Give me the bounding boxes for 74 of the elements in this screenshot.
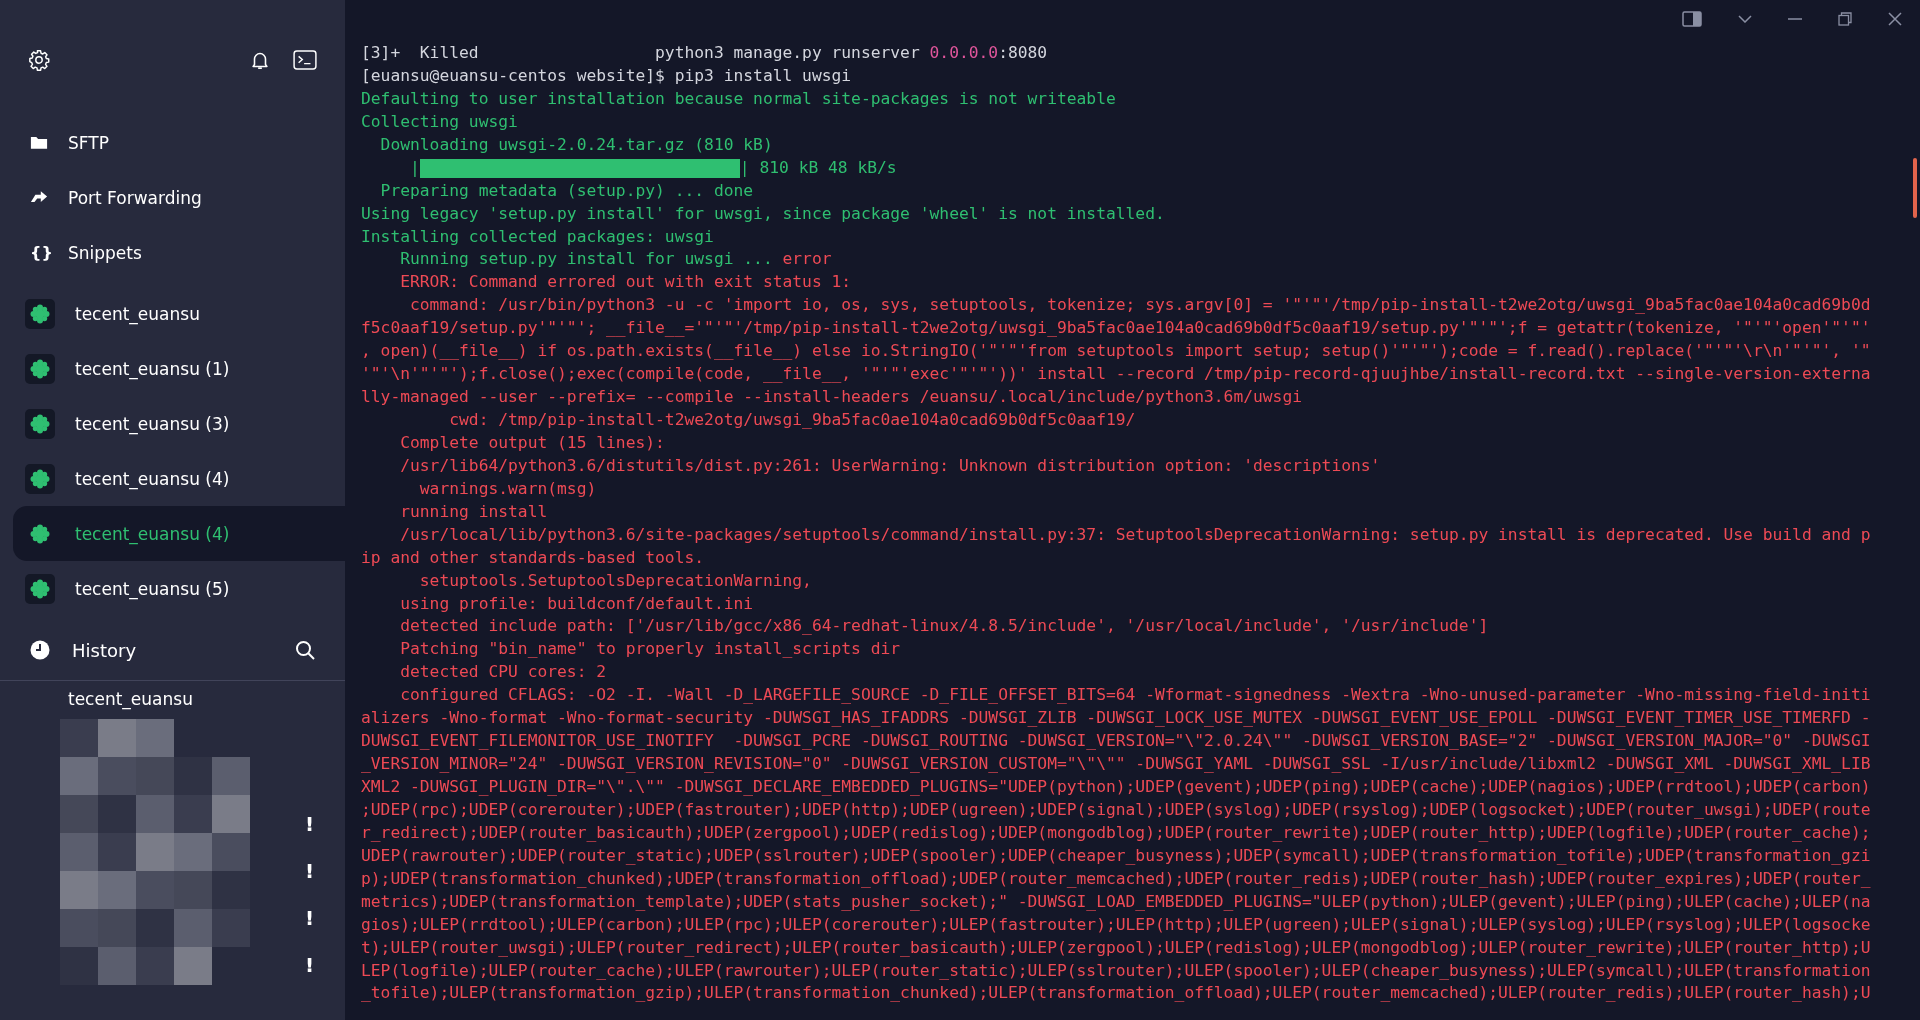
host-item[interactable]: tecent_euansu (4) (13, 506, 345, 561)
terminal-line: /usr/lib64/python3.6/distutils/dist.py:261: UserWarning: Unknown distribution option: 'descriptions' (399, 454, 1382, 477)
terminal-line: /usr/local/lib/python3.6/site-packages/setuptools/command/install.py:37: SetuptoolsDeprecationWarning: setup.py install is deprecated. Use build and p (399, 523, 1872, 546)
host-item[interactable]: tecent_euansu (4) (0, 451, 345, 506)
terminal-line: [euansu@euansu-centos website]$ pip3 install uwsgi (361, 64, 853, 87)
chevron-icon[interactable] (1738, 15, 1752, 23)
folder-icon (30, 135, 48, 150)
host-icon (25, 353, 55, 384)
terminal-line: t);ULEP(router_uwsgi);ULEP(router_redirect);ULEP(router_basicauth);ULEP(zergpool);ULEP(redislog);ULEP(mongodblog);ULEP(router_rewrite);ULEP(router_http);U (361, 936, 1872, 959)
terminal-line: _tofile);ULEP(transformation_gzip);ULEP(transformation_chunked);ULEP(transformation_offload);ULEP(router_memcached);ULEP(router_redis);ULEP(router_hash);U (361, 982, 1872, 1005)
history-heading: History (72, 639, 137, 661)
host-icon (25, 573, 55, 604)
terminal-line: using profile: buildconf/default.ini (399, 592, 755, 615)
terminal-line: lly-managed --user --prefix= --compile --install-headers /euansu/.local/include/python3.6m/uwsgi (361, 386, 1303, 409)
search-icon[interactable] (295, 640, 315, 660)
terminal-line: LEP(logfile);ULEP(router_cache);ULEP(rawrouter);ULEP(router_static);ULEP(sslrouter);ULEP(spooler);ULEP(cheaper_busyness);ULEP(symcall);ULEP(transformation (361, 959, 1872, 982)
scrollbar-thumb[interactable] (1913, 158, 1917, 218)
terminal-line: warnings.warn(msg) (418, 477, 598, 500)
terminal-line: UDEP(rawrouter);UDEP(router_static);UDEP(sslrouter);UDEP(spooler);UDEP(cheaper_busyness);UDEP(symcall);UDEP(transformation_tofile);UDEP(transformation_gzi (361, 844, 1872, 867)
sidebar-item[interactable]: {} Snippets (0, 225, 345, 280)
terminal-line: Running setup.py install for uwsgi ... error (399, 248, 833, 271)
terminal-text: | 810 kB 48 kB/s (739, 156, 897, 179)
terminal-line: Collecting uwsgi (361, 110, 519, 133)
terminal-line: p);UDEP(transformation_chunked);UDEP(transformation_offload);UDEP(router_memcached);UDEP(router_redis);UDEP(router_hash);UDEP(router_expires);UDEP(router_ (361, 867, 1872, 890)
terminal-line: Downloading uwsgi-2.0.24.tar.gz (810 kB) (379, 133, 774, 156)
close-icon[interactable] (1888, 12, 1902, 26)
terminal-line: setuptools.SetuptoolsDeprecationWarning, (418, 569, 813, 592)
terminal-line: [3]+ Killed python3 manage.py runserver 0.0.0.0:8080 (361, 42, 1049, 64)
terminal-line: XML2 -DUWSGI_PLUGIN_DIR="\".\"" -DUWSGI_DECLARE_EMBEDDED_PLUGINS="UDEP(python);UDEP(gevent);UDEP(ping);UDEP(cache);UDEP(nagios);UDEP(rrdtool);UDEP(carbon) (361, 776, 1872, 798)
terminal-line: ERROR: Command errored out with exit status 1: (399, 271, 853, 294)
host-item[interactable]: tecent_euansu (5) (0, 561, 345, 616)
terminal-line: metrics);UDEP(transformation_template);UDEP(stats_pusher_socket);" -DUWSGI_LOAD_EMBEDDED_PLUGINS="ULEP(python);ULEP(gevent);ULEP(ping);ULEP(cache);ULEP(na (361, 890, 1872, 913)
host-item[interactable]: tecent_euansu (1) (0, 341, 345, 396)
settings-icon[interactable] (28, 49, 50, 71)
terminal-line: Defaulting to user installation because normal site-packages is not writeable (361, 87, 1117, 110)
host-icon (25, 463, 55, 494)
alert-mark: ! (305, 905, 315, 931)
terminal-line: f5c0aaf19/setup.py'"'"'; __file__='"'"'/tmp/pip-install-t2we2otg/uwsgi_9ba5fac0ae104a0cad69b0df5c0aaf19/setup.py'"'"';f = getattr(tokenize, '"'"'open'"'"' (361, 317, 1872, 340)
terminal-line: _VERSION_MINOR="24" -DUWSGI_VERSION_REVISION="0" -DUWSGI_VERSION_CUSTOM="\"\"" -DUWSGI_YAML -DUWSGI_SSL -I/usr/include/libxml2 -DUWSGI_XML -DUWSGI_XML_LIB (361, 753, 1872, 776)
terminal-line: command: /usr/bin/python3 -u -c 'import io, os, sys, setuptools, tokenize; sys.argv[0] = '"'"'/tmp/pip-install-t2we2otg/uwsgi_9ba5fac0ae104a0cad69b0d (409, 294, 1872, 317)
alert-mark: ! (305, 858, 315, 884)
terminal-icon[interactable] (293, 50, 317, 70)
terminal-line: configured CFLAGS: -O2 -I. -Wall -D_LARGEFILE_SOURCE -D_FILE_OFFSET_BITS=64 -Wformat-signedness -Wextra -Wno-unused-parameter -Wno-missing-field-initi (399, 684, 1872, 707)
terminal-line: cwd: /tmp/pip-install-t2we2otg/uwsgi_9ba5fac0ae104a0cad69b0df5c0aaf19/ (448, 409, 1137, 431)
terminal-line: detected include path: ['/usr/lib/gcc/x86_64-redhat-linux/4.8.5/include', '/usr/local/include', '/usr/include'] (399, 615, 1490, 638)
panel-icon[interactable] (1682, 11, 1702, 27)
terminal-line: Complete output (15 lines): (399, 431, 666, 454)
arrow-icon (30, 190, 48, 205)
terminal-text: | (409, 156, 420, 179)
terminal-line: Installing collected packages: uwsgi (361, 225, 715, 248)
host-item[interactable]: tecent_euansu (0, 286, 345, 341)
terminal-line: , open)(__file__) if os.path.exists(__file__) else io.StringIO('"'"'from setuptools import setup; setup()'"'"');code = f.read().replace('"'"'\r\n'"'"', '" (361, 340, 1872, 363)
terminal-line: detected CPU cores: 2 (399, 661, 608, 684)
terminal-line: '"'\n'"'"');f.close();exec(compile(code, __file__, '"'"'exec'"'"'))' install --record /tmp/pip-record-qjuujhbe/install-record.txt --single-version-externa (361, 363, 1872, 386)
restore-icon[interactable] (1838, 12, 1852, 26)
terminal-line: gios);ULEP(rrdtool);ULEP(carbon);ULEP(rpc);ULEP(corerouter);ULEP(fastrouter);ULEP(http);ULEP(ugreen);ULEP(signal);ULEP(syslog);ULEP(rsyslog);ULEP(logsocke (361, 913, 1872, 936)
terminal-line: Preparing metadata (setup.py) ... done (379, 179, 755, 202)
terminal-line: alizers -Wno-format -Wno-format-security -DUWSGI_HAS_IFADDRS -DUWSGI_ZLIB -DUWSGI_LOCK_USE_MUTEX -DUWSGI_EVENT_USE_EPOLL -DUWSGI_EVENT_TIMER_USE_TIMERFD - (361, 707, 1872, 730)
sidebar-item[interactable]: SFTP (0, 115, 345, 170)
terminal-line: ;UDEP(rpc);UDEP(corerouter);UDEP(fastrouter);UDEP(http);UDEP(ugreen);UDEP(signal);UDEP(syslog);UDEP(rsyslog);UDEP(logsocket);UDEP(router_uwsgi);UDEP(route (361, 798, 1872, 821)
sidebar-item[interactable]: Port Forwarding (0, 170, 345, 225)
host-icon (25, 408, 55, 439)
alert-mark: ! (305, 811, 315, 837)
history-item[interactable]: tecent_euansu (68, 689, 250, 715)
terminal-line: r_redirect);UDEP(router_basicauth);UDEP(zergpool);UDEP(redislog);UDEP(mongodblog);UDEP(router_rewrite);UDEP(router_http);UDEP(logfile);UDEP(router_cache); (361, 821, 1872, 844)
host-icon (25, 298, 55, 329)
terminal-line: running install (399, 500, 549, 523)
terminal-line: Patching "bin_name" to properly install_scripts dir (399, 638, 902, 661)
host-item[interactable]: tecent_euansu (3) (0, 396, 345, 451)
terminal-line: ip and other standards-based tools. (361, 546, 706, 569)
terminal-line: DUWSGI_EVENT_FILEMONITOR_USE_INOTIFY -DUWSGI_PCRE -DUWSGI_ROUTING -DUWSGI_VERSION="\"2.0.24\"" -DUWSGI_VERSION_BASE="2" -DUWSGI_VERSION_MAJOR="0" -DUWSGI (361, 730, 1872, 753)
alert-mark: ! (305, 952, 315, 978)
terminal-line: Using legacy 'setup.py install' for uwsgi, since package 'wheel' is not installed. (361, 202, 1166, 225)
clock-icon (30, 640, 50, 660)
